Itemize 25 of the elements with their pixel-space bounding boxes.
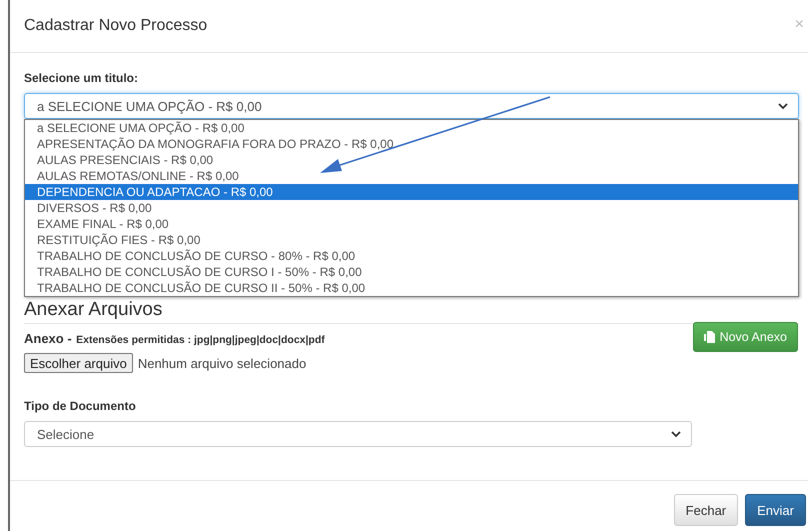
choose-file-button[interactable]: Escolher arquivo bbox=[24, 353, 133, 373]
file-status: Nenhum arquivo selecionado bbox=[138, 356, 306, 370]
dropdown-option[interactable]: EXAME FINAL - R$ 0,00 bbox=[25, 216, 798, 232]
dropdown-option[interactable]: AULAS REMOTAS/ONLINE - R$ 0,00 bbox=[25, 168, 798, 184]
select-field[interactable]: a SELECIONE UMA OPÇÃO - R$ 0,00 bbox=[24, 93, 799, 119]
dropdown-option[interactable]: APRESENTAÇÃO DA MONOGRAFIA FORA DO PRAZO - R$ 0,00 bbox=[25, 136, 798, 152]
dropdown-option[interactable]: DEPENDENCIA OU ADAPTACAO - R$ 0,00 bbox=[25, 184, 798, 200]
select-field[interactable]: Selecione bbox=[24, 421, 692, 447]
file-icon bbox=[704, 331, 715, 343]
dropdown-option[interactable]: DIVERSOS - R$ 0,00 bbox=[25, 200, 798, 216]
dropdown-option[interactable]: TRABALHO DE CONCLUSÃO DE CURSO II - 50% - R$ 0,00 bbox=[25, 280, 798, 296]
dialog-title: Cadastrar Novo Processo bbox=[24, 17, 208, 35]
dropdown-option[interactable]: RESTITUIÇÃO FIES - R$ 0,00 bbox=[25, 232, 798, 248]
dropdown-option[interactable]: a SELECIONE UMA OPÇÃO - R$ 0,00 bbox=[25, 120, 798, 136]
field-label: Tipo de Documento bbox=[24, 399, 137, 413]
dropdown-option[interactable]: TRABALHO DE CONCLUSÃO DE CURSO I - 50% - R$ 0,00 bbox=[25, 264, 798, 280]
extensions-note: Extensões permitidas : jpg|png|jpeg|doc|docx|pdf bbox=[76, 334, 325, 346]
dropdown-option[interactable]: AULAS PRESENCIAIS - R$ 0,00 bbox=[25, 152, 798, 168]
send-button[interactable]: Enviar bbox=[745, 494, 806, 526]
field-label: Selecione um titulo: bbox=[24, 71, 140, 85]
close-dialog-button[interactable]: Fechar bbox=[674, 494, 738, 526]
dropdown-option[interactable]: TRABALHO DE CONCLUSÃO DE CURSO - 80% - R$ 0,00 bbox=[25, 248, 798, 264]
chevron-down-icon bbox=[778, 102, 788, 110]
field-label: Anexo - bbox=[24, 331, 72, 346]
chevron-down-icon bbox=[671, 430, 681, 438]
